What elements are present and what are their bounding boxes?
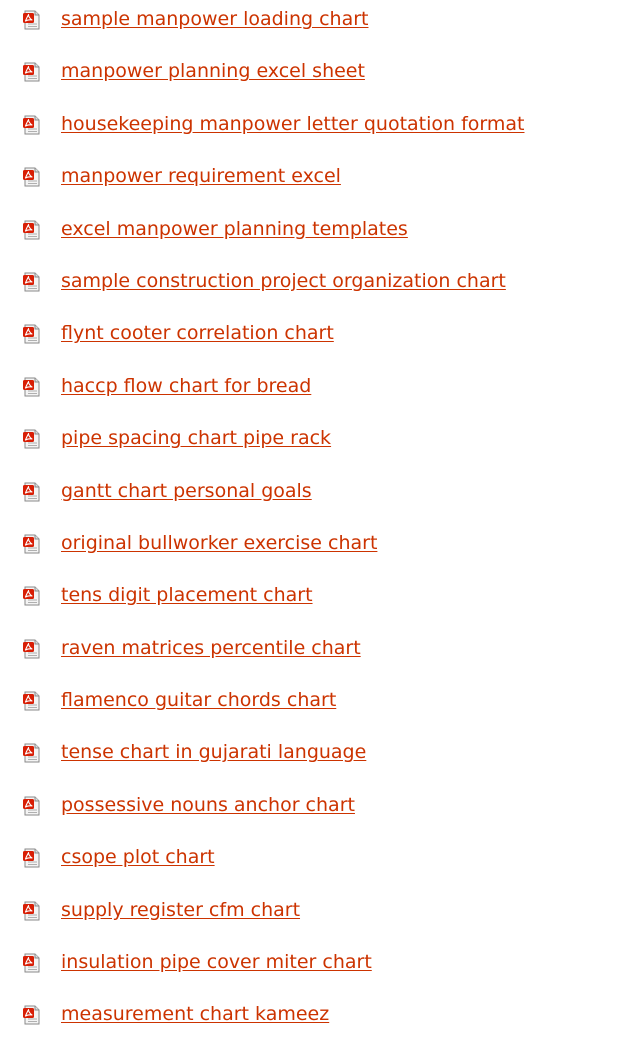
pdf-file-icon: [22, 534, 42, 554]
pdf-document-link[interactable]: measurement chart kameez: [61, 1000, 329, 1028]
list-item: gantt chart personal goals: [0, 474, 635, 526]
list-item: tense chart in gujarati language: [0, 735, 635, 787]
pdf-file-icon: [22, 848, 42, 868]
list-item: insulation pipe cover miter chart: [0, 945, 635, 997]
list-item: raven matrices percentile chart: [0, 631, 635, 683]
pdf-file-icon: [22, 167, 42, 187]
pdf-file-icon: [22, 429, 42, 449]
pdf-document-link[interactable]: sample construction project organization…: [61, 267, 506, 295]
pdf-file-icon: [22, 62, 42, 82]
list-item: manpower requirement excel: [0, 159, 635, 211]
pdf-file-icon: [22, 10, 42, 30]
pdf-document-link[interactable]: sample manpower loading chart: [61, 5, 369, 33]
pdf-file-icon: [22, 901, 42, 921]
pdf-document-link[interactable]: original bullworker exercise chart: [61, 529, 377, 557]
list-item: csope plot chart: [0, 840, 635, 892]
pdf-link-list: sample manpower loading chart manpower p…: [0, 2, 635, 1050]
pdf-file-icon: [22, 1005, 42, 1025]
pdf-document-link[interactable]: tens digit placement chart: [61, 581, 313, 609]
list-item: tens digit placement chart: [0, 578, 635, 630]
pdf-file-icon: [22, 953, 42, 973]
pdf-file-icon: [22, 220, 42, 240]
pdf-document-link[interactable]: pipe spacing chart pipe rack: [61, 424, 331, 452]
pdf-file-icon: [22, 482, 42, 502]
list-item: sample construction project organization…: [0, 264, 635, 316]
pdf-document-link[interactable]: tense chart in gujarati language: [61, 738, 366, 766]
pdf-file-icon: [22, 743, 42, 763]
list-item: housekeeping manpower letter quotation f…: [0, 107, 635, 159]
pdf-document-link[interactable]: flynt cooter correlation chart: [61, 319, 334, 347]
list-item: flamenco guitar chords chart: [0, 683, 635, 735]
list-item: original bullworker exercise chart: [0, 526, 635, 578]
pdf-document-link[interactable]: manpower requirement excel: [61, 162, 341, 190]
pdf-document-link[interactable]: insulation pipe cover miter chart: [61, 948, 372, 976]
pdf-document-link[interactable]: haccp flow chart for bread: [61, 372, 311, 400]
list-item: excel manpower planning templates: [0, 212, 635, 264]
pdf-document-link[interactable]: possessive nouns anchor chart: [61, 791, 355, 819]
pdf-document-link[interactable]: gantt chart personal goals: [61, 477, 312, 505]
pdf-document-link[interactable]: manpower planning excel sheet: [61, 57, 365, 85]
list-item: manpower planning excel sheet: [0, 54, 635, 106]
list-item: flynt cooter correlation chart: [0, 316, 635, 368]
list-item: possessive nouns anchor chart: [0, 788, 635, 840]
pdf-document-link[interactable]: flamenco guitar chords chart: [61, 686, 336, 714]
pdf-file-icon: [22, 586, 42, 606]
list-item: supply register cfm chart: [0, 893, 635, 945]
pdf-file-icon: [22, 796, 42, 816]
pdf-file-icon: [22, 639, 42, 659]
pdf-document-link[interactable]: housekeeping manpower letter quotation f…: [61, 110, 525, 138]
list-item: haccp flow chart for bread: [0, 369, 635, 421]
pdf-document-link[interactable]: csope plot chart: [61, 843, 215, 871]
pdf-document-link[interactable]: excel manpower planning templates: [61, 215, 408, 243]
pdf-document-link[interactable]: supply register cfm chart: [61, 896, 300, 924]
list-item: pipe spacing chart pipe rack: [0, 421, 635, 473]
list-item: measurement chart kameez: [0, 997, 635, 1049]
list-item: sample manpower loading chart: [0, 2, 635, 54]
pdf-file-icon: [22, 691, 42, 711]
pdf-document-link[interactable]: raven matrices percentile chart: [61, 634, 361, 662]
pdf-file-icon: [22, 324, 42, 344]
pdf-file-icon: [22, 115, 42, 135]
pdf-file-icon: [22, 272, 42, 292]
pdf-file-icon: [22, 377, 42, 397]
